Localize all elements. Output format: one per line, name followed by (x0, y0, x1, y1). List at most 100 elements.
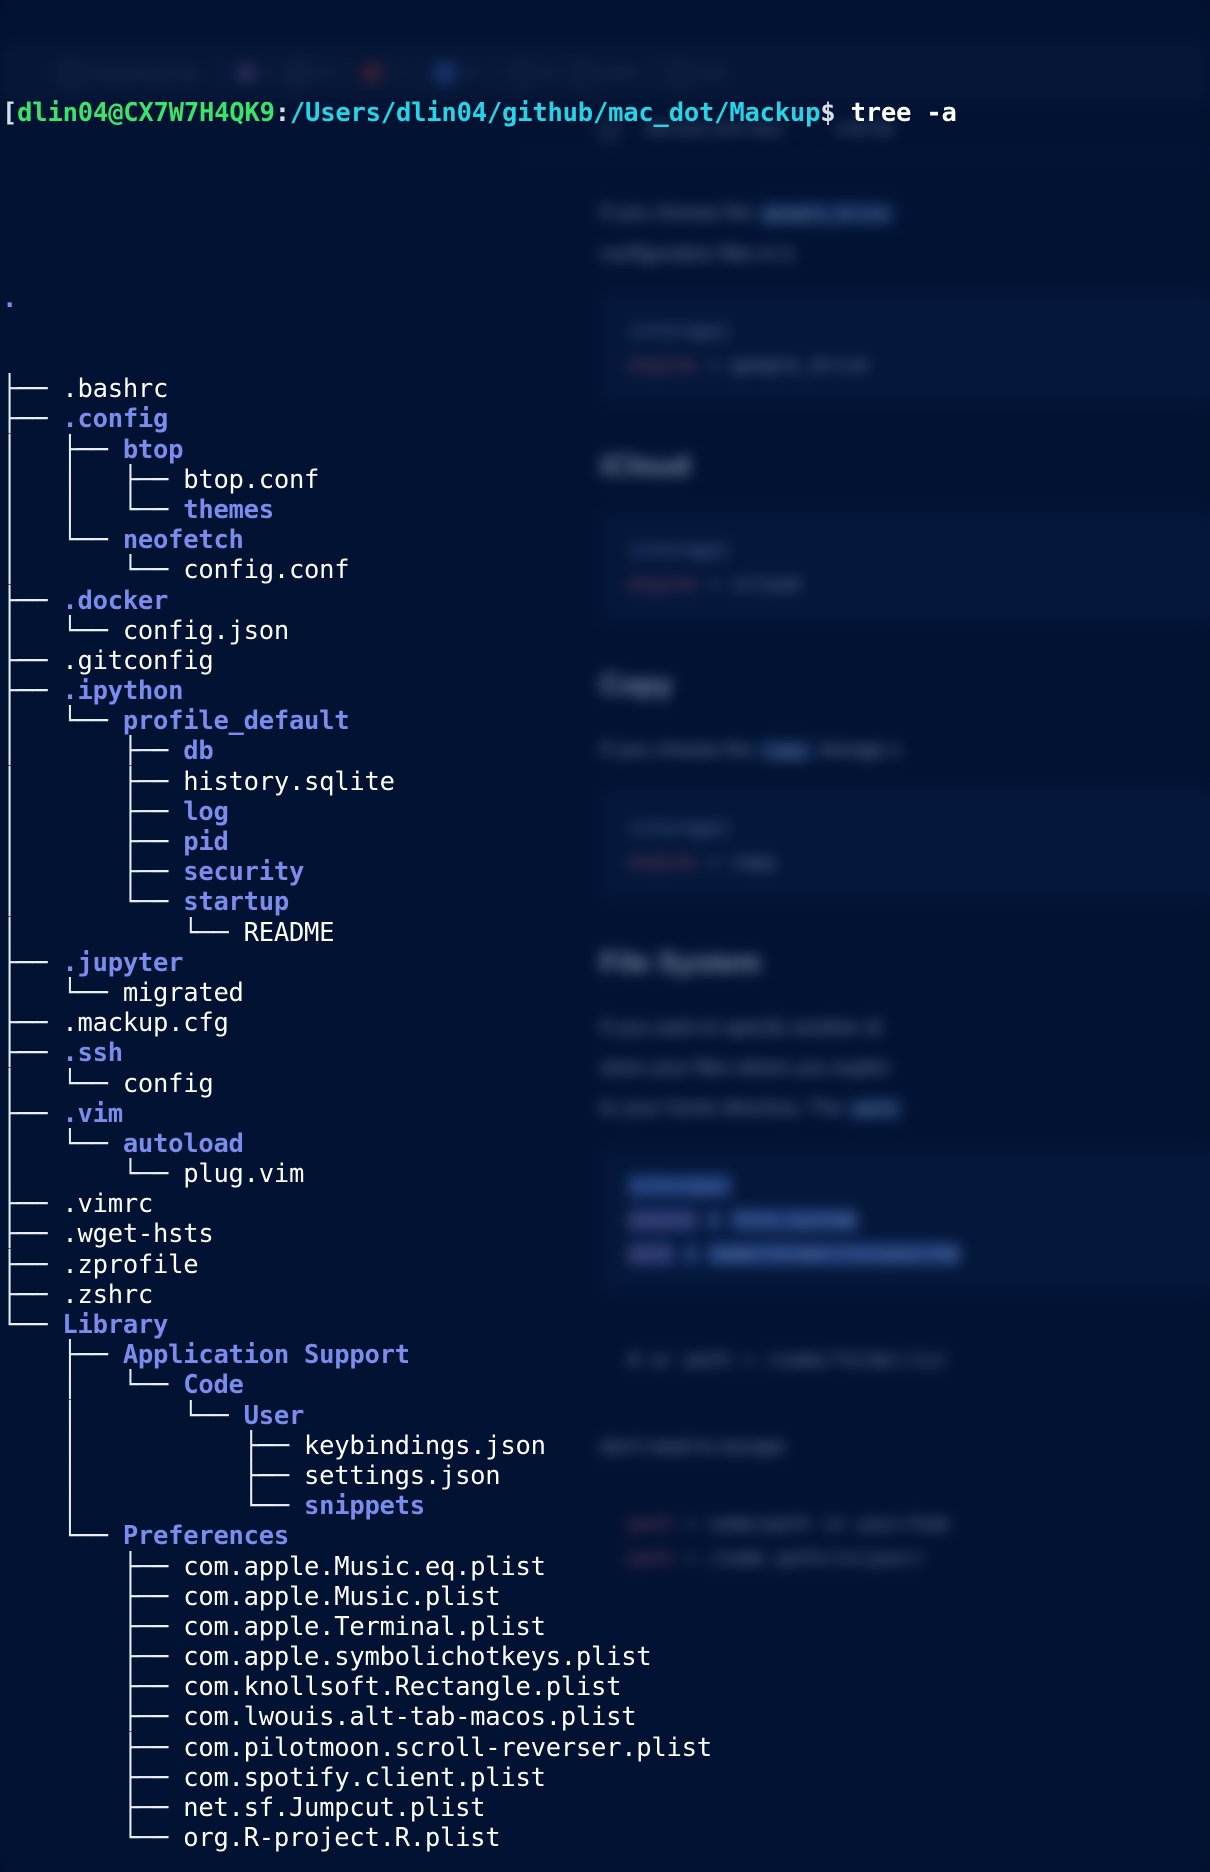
tree-row: │ └── neofetch (2, 525, 1210, 555)
tree-guide: │ └── (2, 917, 244, 948)
tree-row: ├── com.apple.Music.eq.plist (2, 1552, 1210, 1582)
tree-file-name: config.json (122, 615, 289, 646)
tree-guide: │ └── (2, 706, 123, 737)
tree-directory-name: .ssh (62, 1038, 123, 1069)
tree-guide: ├── (2, 1611, 184, 1642)
prompt-user-host: dlin04@CX7W7H4QK9 (17, 97, 275, 128)
tree-row: │ └── config (2, 1069, 1210, 1099)
tree-row: ├── com.knollsoft.Rectangle.plist (2, 1672, 1210, 1702)
tree-row: ├── .wget-hsts (2, 1219, 1210, 1249)
shell-command: tree -a (850, 97, 957, 128)
tree-row: │ │ ├── btop.conf (2, 465, 1210, 495)
tree-guide: │ └── (2, 1159, 184, 1190)
tree-guide: │ ├── (2, 736, 184, 767)
tree-file-name: .zprofile (62, 1249, 199, 1280)
tree-guide: └── (2, 1823, 184, 1854)
tree-directory-name: .jupyter (62, 947, 184, 978)
prompt-path: /Users/dlin04/github/mac_dot/Mackup (289, 97, 821, 128)
tree-directory-name: btop (122, 434, 184, 465)
tree-file-name: com.apple.Music.plist (183, 1581, 501, 1612)
tree-root-label: . (2, 283, 18, 314)
tree-guide: ├── (2, 1642, 184, 1673)
tree-directory-name: snippets (304, 1491, 425, 1522)
tree-guide: │ └── (2, 1068, 123, 1099)
tree-file-name: btop.conf (183, 464, 320, 495)
tree-output: . ├── .bashrc ├── .config │ ├── btop │ │ ├─… (0, 223, 1210, 1872)
tree-guide: ├── (2, 1551, 184, 1582)
tree-guide: ├── (2, 585, 63, 616)
tree-guide: ├── (2, 1219, 63, 1250)
tree-row: ├── .mackup.cfg (2, 1008, 1210, 1038)
tree-row: ├── .gitconfig (2, 646, 1210, 676)
tree-file-name: com.apple.Terminal.plist (183, 1611, 546, 1642)
tree-directory-name: security (183, 857, 305, 888)
tree-row: │ ├── btop (2, 435, 1210, 465)
tree-file-name: .wget-hsts (62, 1219, 214, 1250)
tree-directory-name: Code (183, 1370, 244, 1401)
tree-row: │ └── config.conf (2, 555, 1210, 585)
tree-guide: ├── (2, 1672, 184, 1703)
tree-file-name: settings.json (304, 1460, 501, 1491)
tree-row: ├── .ipython (2, 676, 1210, 706)
tree-row: ├── com.spotify.client.plist (2, 1763, 1210, 1793)
tree-row: │ ├── security (2, 857, 1210, 887)
tree-guide: └── (2, 1310, 63, 1341)
tree-row: │ └── config.json (2, 616, 1210, 646)
prompt-colon: : (274, 97, 290, 128)
tree-file-name: history.sqlite (183, 766, 395, 797)
tree-row: │ └── Code (2, 1370, 1210, 1400)
tree-file-name: migrated (122, 977, 244, 1008)
tree-row: ├── .ssh (2, 1038, 1210, 1068)
tree-row: │ └── User (2, 1401, 1210, 1431)
tree-directory-name: pid (183, 827, 229, 858)
tree-directory-name: db (183, 736, 214, 767)
tree-guide: │ └── (2, 887, 184, 918)
tree-row: │ ├── log (2, 797, 1210, 827)
tree-guide: ├── (2, 1098, 63, 1129)
tree-row: ├── .bashrc (2, 374, 1210, 404)
tree-guide: ├── (2, 1581, 184, 1612)
tree-file-name: com.apple.Music.eq.plist (183, 1551, 546, 1582)
tree-file-name: keybindings.json (304, 1430, 546, 1461)
tree-row: ├── com.apple.Terminal.plist (2, 1612, 1210, 1642)
tree-row: ├── net.sf.Jumpcut.plist (2, 1793, 1210, 1823)
tree-guide: │ └── (2, 1128, 123, 1159)
tree-guide: ├── (2, 676, 63, 707)
tree-row: │ └── migrated (2, 978, 1210, 1008)
tree-guide: ├── (2, 404, 63, 435)
tree-guide: │ ├── (2, 1430, 305, 1461)
tree-row: ├── Application Support (2, 1340, 1210, 1370)
tree-row: ├── .config (2, 404, 1210, 434)
tree-directory-name: themes (183, 494, 274, 525)
tree-file-name: .gitconfig (62, 645, 214, 676)
tree-guide: │ └── (2, 525, 123, 556)
tree-guide: │ ├── (2, 857, 184, 888)
tree-file-name: com.knollsoft.Rectangle.plist (183, 1672, 622, 1703)
tree-row: ├── .zprofile (2, 1250, 1210, 1280)
shell-prompt-line: [dlin04@CX7W7H4QK9:/Users/dlin04/github/… (0, 91, 1210, 133)
terminal-content[interactable]: [dlin04@CX7W7H4QK9:/Users/dlin04/github/… (0, 0, 1210, 1872)
tree-entry-list: ├── .bashrc ├── .config │ ├── btop │ │ ├── … (2, 374, 1210, 1853)
tree-file-name: config (122, 1068, 214, 1099)
tree-guide: │ ├── (2, 1460, 305, 1491)
tree-directory-name: .vim (62, 1098, 123, 1129)
tree-row: │ └── autoload (2, 1129, 1210, 1159)
tree-directory-name: neofetch (122, 525, 244, 556)
tree-file-name: com.apple.symbolichotkeys.plist (183, 1642, 652, 1673)
tree-guide: │ ├── (2, 796, 184, 827)
tree-guide: │ └── (2, 1370, 184, 1401)
tree-guide: ├── (2, 374, 63, 405)
prompt-dollar: $ (820, 97, 836, 128)
tree-row: ├── .docker (2, 586, 1210, 616)
tree-row: ├── com.apple.Music.plist (2, 1582, 1210, 1612)
terminal-window: mackup/mackup.cfg... G JH YT GT LDI WORK… (0, 0, 1210, 1872)
tree-guide: │ └── (2, 555, 184, 586)
tree-file-name: .vimrc (62, 1189, 154, 1220)
tree-row: │ └── plug.vim (2, 1159, 1210, 1189)
tree-guide: │ ├── (2, 827, 184, 858)
tree-row: │ └── startup (2, 887, 1210, 917)
tree-row: └── org.R-project.R.plist (2, 1823, 1210, 1853)
tree-directory-name: Application Support (122, 1340, 410, 1371)
tree-directory-name: Library (62, 1310, 169, 1341)
tree-guide: ├── (2, 1279, 63, 1310)
